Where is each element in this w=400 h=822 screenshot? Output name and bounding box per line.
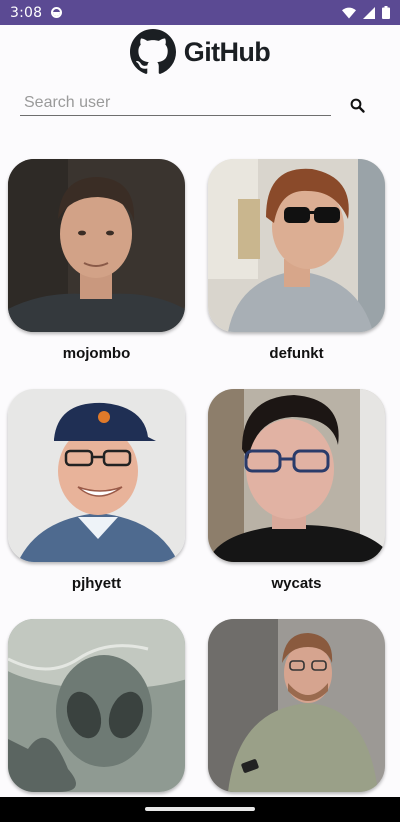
search-button[interactable] bbox=[348, 96, 368, 116]
home-gesture-handle[interactable] bbox=[145, 807, 255, 811]
search-icon bbox=[350, 98, 365, 113]
user-avatar[interactable] bbox=[8, 159, 185, 332]
user-login: wycats bbox=[271, 575, 322, 592]
user-card[interactable]: pjhyett bbox=[8, 389, 185, 592]
search-input[interactable] bbox=[20, 92, 331, 116]
app-logo: GitHub bbox=[129, 29, 271, 75]
search-bar bbox=[20, 92, 380, 118]
user-login: pjhyett bbox=[71, 575, 122, 592]
wifi-icon bbox=[342, 7, 356, 18]
status-time: 3:08 bbox=[10, 4, 43, 21]
user-avatar[interactable] bbox=[8, 619, 185, 792]
user-card[interactable]: wycats bbox=[208, 389, 385, 592]
user-card[interactable] bbox=[208, 619, 385, 805]
app-notification-icon bbox=[51, 7, 63, 18]
user-avatar[interactable] bbox=[208, 389, 385, 562]
github-octocat-icon bbox=[129, 29, 176, 74]
cellular-icon bbox=[363, 6, 375, 19]
user-card[interactable]: mojombo bbox=[8, 159, 185, 362]
status-icons bbox=[342, 6, 390, 19]
user-card[interactable]: defunkt bbox=[208, 159, 385, 362]
status-bar: 3:08 bbox=[0, 0, 400, 25]
user-card[interactable] bbox=[8, 619, 185, 805]
user-avatar[interactable] bbox=[8, 389, 185, 562]
user-avatar[interactable] bbox=[208, 159, 385, 332]
user-avatar[interactable] bbox=[208, 619, 385, 792]
app-header: GitHub bbox=[0, 28, 400, 76]
user-login: mojombo bbox=[62, 345, 131, 362]
user-login: defunkt bbox=[269, 345, 324, 362]
app-title: GitHub bbox=[183, 36, 271, 67]
battery-icon bbox=[382, 6, 390, 19]
navigation-bar bbox=[0, 797, 400, 822]
